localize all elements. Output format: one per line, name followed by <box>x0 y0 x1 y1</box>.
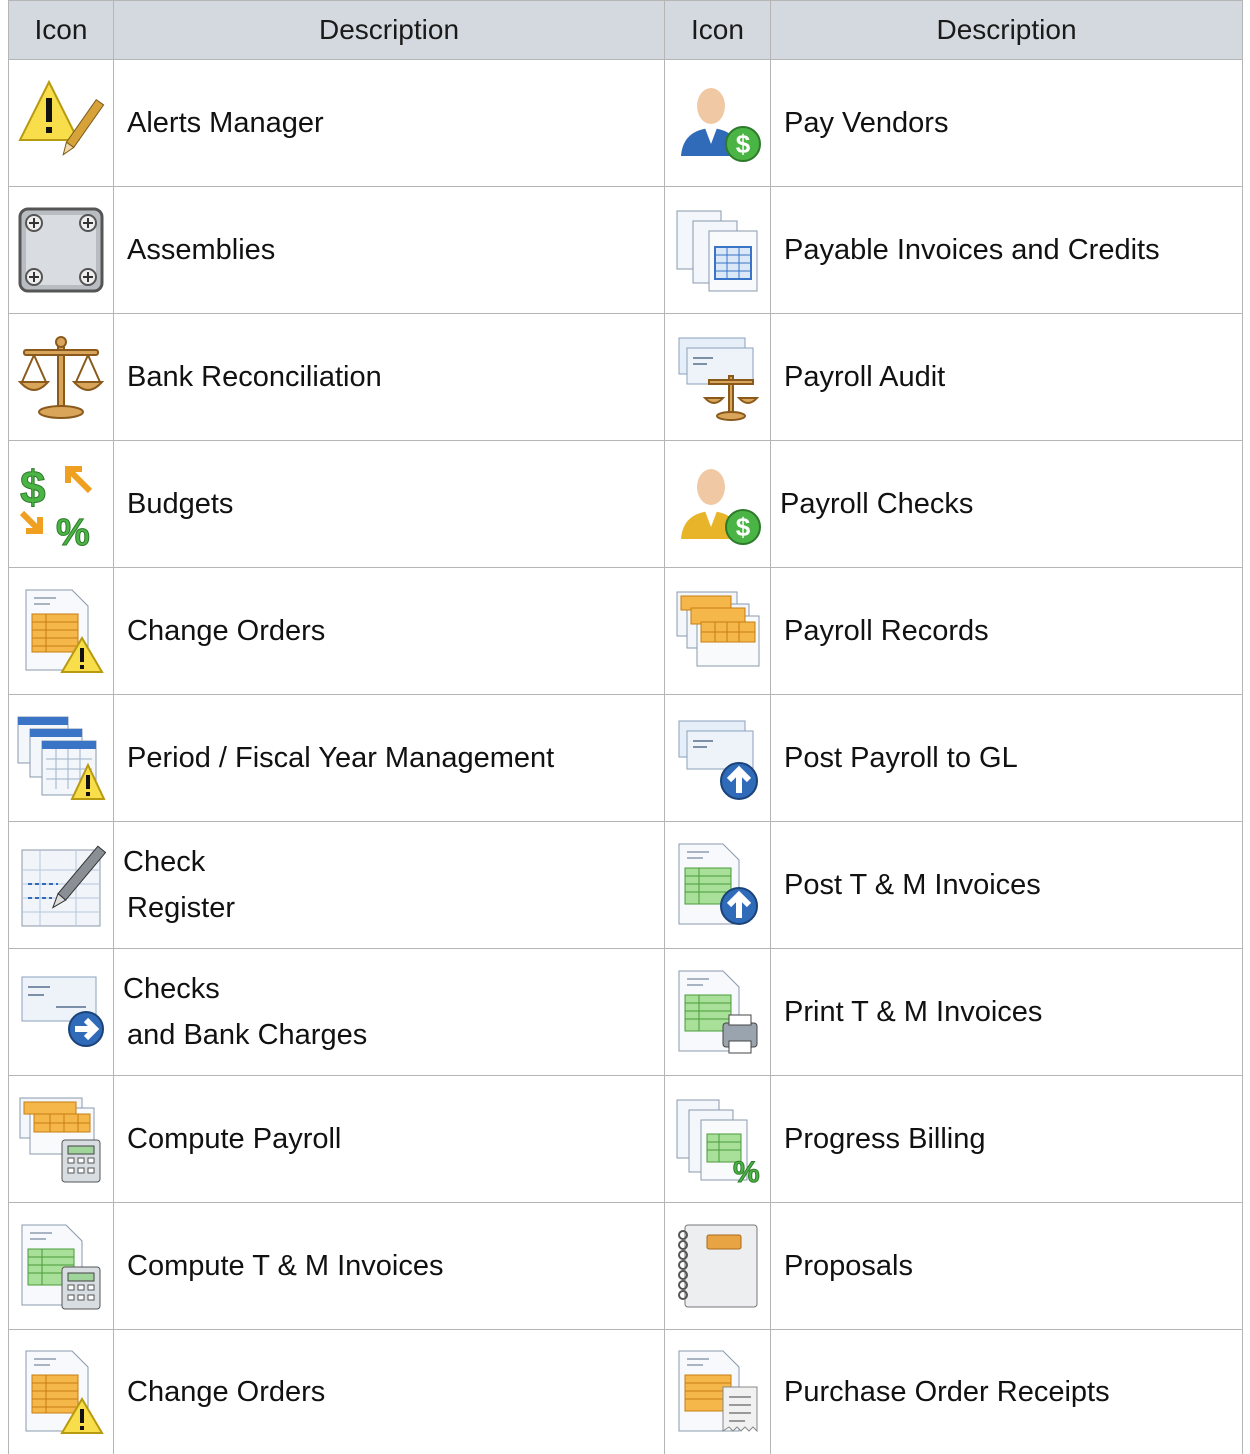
checks-upload-icon <box>673 713 763 803</box>
description-cell: Assemblies <box>114 187 665 314</box>
icon-cell <box>665 949 771 1076</box>
table-row: Change Orders Payroll Records <box>9 568 1243 695</box>
document-receipt-icon <box>673 1347 763 1437</box>
icon-cell <box>665 1203 771 1330</box>
description-cell: Period / Fiscal Year Management <box>114 695 665 822</box>
svg-text:%: % <box>733 1156 760 1184</box>
description-line-2: Register <box>123 885 664 931</box>
header-icon-1: Icon <box>9 1 114 60</box>
icon-cell: $ <box>665 441 771 568</box>
description-cell: Post T & M Invoices <box>771 822 1243 949</box>
header-row: Icon Description Icon Description <box>9 1 1243 60</box>
checks-scale-icon <box>673 332 763 422</box>
register-pen-icon <box>16 840 106 930</box>
table-row: Check Register Post T & M Invoices <box>9 822 1243 949</box>
description-cell: Payable Invoices and Credits <box>771 187 1243 314</box>
icon-cell <box>9 187 114 314</box>
description-cell: Compute T & M Invoices <box>114 1203 665 1330</box>
icon-cell <box>665 314 771 441</box>
header-icon-2: Icon <box>665 1 771 60</box>
icon-reference-table: Icon Description Icon Description Alerts… <box>8 0 1243 1454</box>
description-cell: Print T & M Invoices <box>771 949 1243 1076</box>
table-row: Assemblies Payable Invoices and Credits <box>9 187 1243 314</box>
icon-cell <box>9 695 114 822</box>
svg-text:$: $ <box>735 129 750 159</box>
notebook-icon <box>673 1221 763 1311</box>
icon-cell <box>9 822 114 949</box>
icon-cell <box>9 1203 114 1330</box>
table-row: Period / Fiscal Year Management Post Pay… <box>9 695 1243 822</box>
calendars-warning-icon <box>16 713 106 803</box>
svg-text:$: $ <box>20 461 46 513</box>
icon-cell <box>9 949 114 1076</box>
header-description-2: Description <box>771 1 1243 60</box>
icon-cell <box>9 568 114 695</box>
dollar-percent-arrows-icon: $% <box>16 459 106 549</box>
description-cell: Bank Reconciliation <box>114 314 665 441</box>
description-cell: Check Register <box>114 822 665 949</box>
green-document-calculator-icon <box>16 1221 106 1311</box>
table-row: Compute Payroll % Progress Billing <box>9 1076 1243 1203</box>
description-cell: Purchase Order Receipts <box>771 1330 1243 1454</box>
icon-cell <box>665 568 771 695</box>
table-row: Checks and Bank Charges Print T & M Invo… <box>9 949 1243 1076</box>
description-line-1: Check <box>123 846 205 878</box>
description-cell: Post Payroll to GL <box>771 695 1243 822</box>
description-cell: Change Orders <box>114 1330 665 1454</box>
table-row: Change Orders Purchase Order Receipts <box>9 1330 1243 1454</box>
header-description-1: Description <box>114 1 665 60</box>
description-line-2: and Bank Charges <box>123 1012 664 1058</box>
table-row: Bank Reconciliation Payroll Audit <box>9 314 1243 441</box>
stacked-documents-percent-icon: % <box>673 1094 763 1184</box>
ledgers-calculator-icon <box>16 1094 106 1184</box>
icon-cell <box>9 314 114 441</box>
description-cell: Pay Vendors <box>771 60 1243 187</box>
alert-pencil-icon <box>16 78 106 168</box>
stacked-documents-table-icon <box>673 205 763 295</box>
description-cell: Compute Payroll <box>114 1076 665 1203</box>
icon-cell <box>665 187 771 314</box>
balance-scale-icon <box>16 332 106 422</box>
metal-plate-screws-icon <box>16 205 106 295</box>
description-cell: Alerts Manager <box>114 60 665 187</box>
description-cell: Payroll Records <box>771 568 1243 695</box>
icon-cell: $ <box>665 60 771 187</box>
description-cell: Proposals <box>771 1203 1243 1330</box>
icon-cell <box>9 60 114 187</box>
person-dollar-gold-icon: $ <box>673 459 763 549</box>
icon-cell: % <box>665 1076 771 1203</box>
description-cell: Change Orders <box>114 568 665 695</box>
table-row: Alerts Manager $ Pay Vendors <box>9 60 1243 187</box>
description-cell: Budgets <box>114 441 665 568</box>
document-warning-icon <box>16 1347 106 1437</box>
icon-cell <box>665 695 771 822</box>
check-arrow-icon <box>16 967 106 1057</box>
description-cell: Checks and Bank Charges <box>114 949 665 1076</box>
table-row: $% Budgets $ Payroll Checks <box>9 441 1243 568</box>
person-dollar-blue-icon: $ <box>673 78 763 168</box>
description-line-1: Checks <box>123 973 220 1005</box>
stacked-ledgers-icon <box>673 586 763 676</box>
green-document-upload-icon <box>673 840 763 930</box>
table-row: Compute T & M Invoices Proposals <box>9 1203 1243 1330</box>
icon-cell: $% <box>9 441 114 568</box>
description-cell: Payroll Checks <box>771 441 1243 568</box>
icon-cell <box>9 1076 114 1203</box>
icon-cell <box>665 822 771 949</box>
description-cell: Progress Billing <box>771 1076 1243 1203</box>
svg-text:$: $ <box>735 512 750 542</box>
icon-cell <box>665 1330 771 1454</box>
icon-cell <box>9 1330 114 1454</box>
svg-text:%: % <box>56 512 90 549</box>
description-cell: Payroll Audit <box>771 314 1243 441</box>
green-document-printer-icon <box>673 967 763 1057</box>
document-warning-icon <box>16 586 106 676</box>
